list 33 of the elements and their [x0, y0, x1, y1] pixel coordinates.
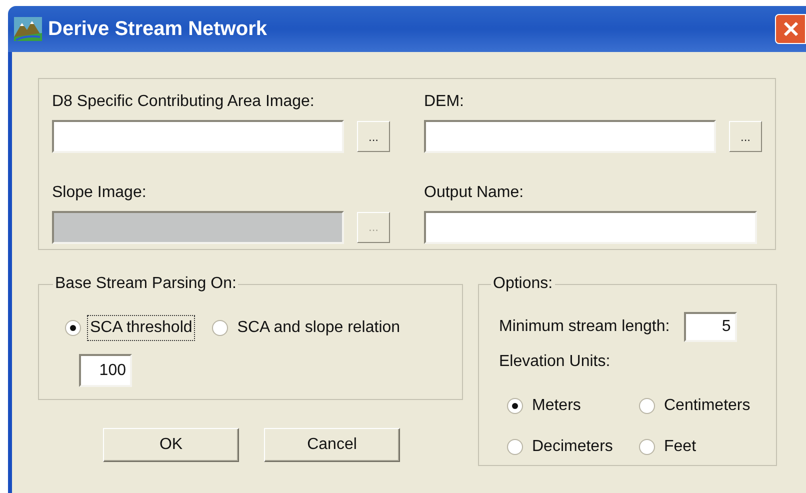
radio-label: SCA threshold: [88, 316, 194, 340]
radio-button[interactable]: [65, 320, 81, 336]
close-button[interactable]: [775, 14, 806, 44]
radio-label: Decimeters: [531, 437, 614, 457]
length-field[interactable]: 5: [684, 312, 737, 342]
radio-label: Centimeters: [663, 396, 752, 416]
field-label: Minimum stream length:: [499, 317, 670, 337]
radio-button[interactable]: [507, 398, 523, 414]
group-title: Options:: [492, 274, 554, 294]
dialog-button[interactable]: OK: [103, 428, 239, 462]
radio-button[interactable]: [507, 439, 523, 455]
field-label: D8 Specific Contributing Area Image:: [52, 92, 316, 112]
threshold-field[interactable]: 100: [79, 354, 132, 387]
browse-button[interactable]: ...: [729, 121, 762, 152]
group-title: Base Stream Parsing On:: [54, 274, 238, 294]
input-field[interactable]: [52, 120, 344, 153]
field-label: DEM:: [424, 92, 465, 112]
input-field[interactable]: [424, 120, 716, 153]
input-field[interactable]: [424, 210, 757, 244]
radio-label: Feet: [663, 437, 698, 457]
radio-label: SCA and slope relation: [236, 318, 402, 338]
radio-label: Meters: [531, 396, 582, 416]
mountain-icon: [14, 17, 42, 41]
dialog-button[interactable]: Cancel: [264, 428, 400, 462]
field-label: Slope Image:: [52, 182, 148, 202]
window-title: Derive Stream Network: [48, 17, 267, 42]
browse-button[interactable]: ...: [357, 121, 390, 152]
field-label: Elevation Units:: [499, 352, 612, 372]
radio-button[interactable]: [639, 398, 655, 414]
field-label: Output Name:: [424, 182, 525, 202]
close-icon: [782, 21, 798, 37]
radio-button[interactable]: [212, 320, 228, 336]
radio-button[interactable]: [639, 439, 655, 455]
